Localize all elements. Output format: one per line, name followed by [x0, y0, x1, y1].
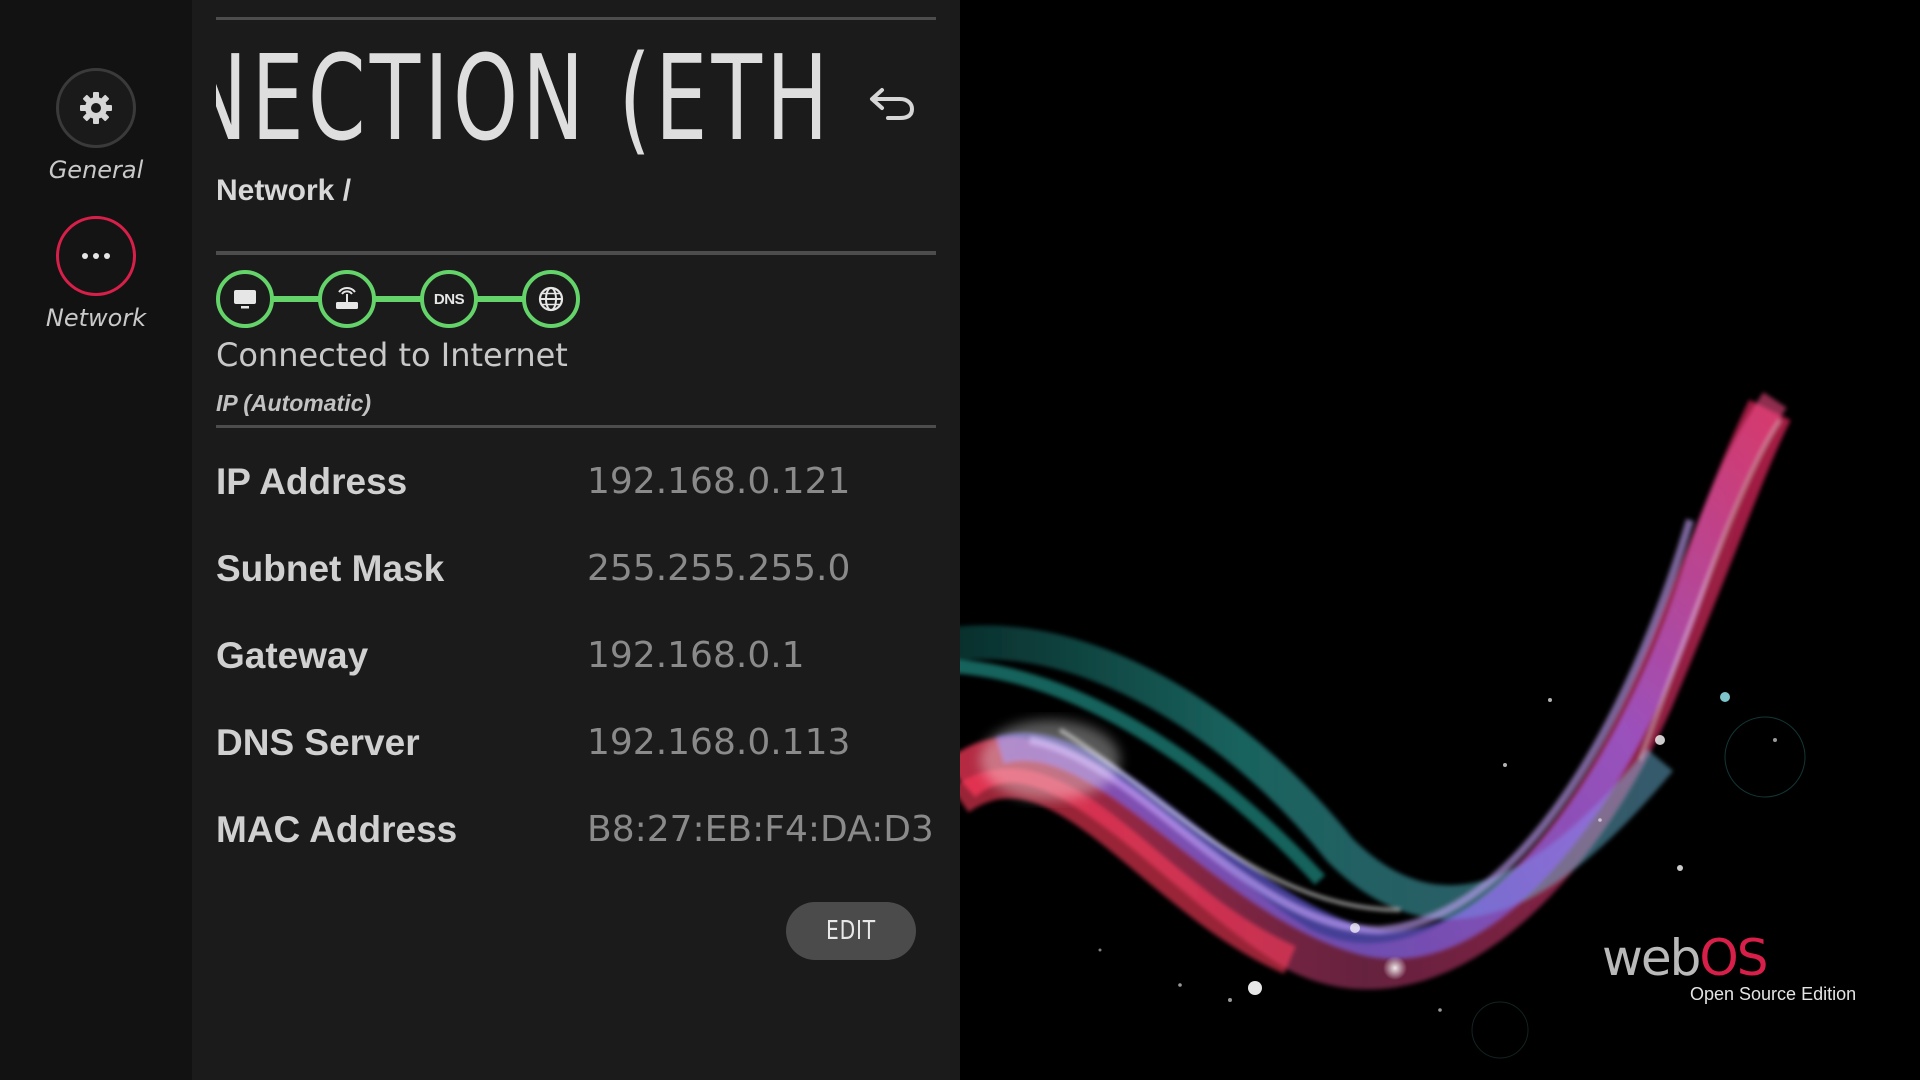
back-button[interactable]: [864, 74, 920, 130]
more-dots-icon: [56, 216, 136, 296]
sidebar-item-label: Network: [45, 304, 147, 332]
router-icon: [336, 287, 358, 309]
info-value: 192.168.0.113: [587, 722, 851, 763]
chain-link: [270, 296, 322, 302]
chain-link: [372, 296, 424, 302]
page-title: NNECTION (ETH: [216, 29, 832, 167]
info-label: Gateway: [216, 635, 369, 676]
dns-status-node: DNS: [420, 270, 478, 328]
ip-mode-label: IP (Automatic): [216, 390, 372, 416]
edit-button[interactable]: EDIT: [786, 902, 916, 960]
sidebar-item-network[interactable]: Network: [0, 216, 192, 332]
info-row-gateway: Gateway 192.168.0.1: [216, 626, 946, 686]
info-label: MAC Address: [216, 809, 458, 850]
tv-status-node: [216, 270, 274, 328]
info-label: DNS Server: [216, 722, 420, 763]
info-row-subnet-mask: Subnet Mask 255.255.255.0: [216, 539, 946, 599]
title-marquee: NNECTION (ETH: [216, 28, 832, 168]
sidebar-item-general[interactable]: General: [0, 68, 192, 184]
info-divider: [216, 425, 936, 428]
connection-status-chain: DNS: [216, 270, 580, 330]
sidebar-item-label: General: [48, 156, 144, 184]
category-rail: General Network: [0, 0, 192, 1080]
info-value: 192.168.0.121: [587, 461, 851, 502]
webos-wordmark: webOS: [1602, 929, 1769, 987]
back-arrow-icon: [870, 88, 915, 120]
settings-panel: NNECTION (ETH Network /: [192, 0, 960, 1080]
section-divider: [216, 251, 936, 255]
edition-label: Open Source Edition: [1690, 984, 1857, 1004]
info-row-dns-server: DNS Server 192.168.0.113: [216, 713, 946, 773]
internet-status-node: [522, 270, 580, 328]
info-label: Subnet Mask: [216, 548, 445, 589]
info-value: 192.168.0.1: [587, 635, 805, 676]
info-value: 255.255.255.0: [587, 548, 851, 589]
globe-icon: [538, 286, 564, 312]
tv-icon: [234, 290, 256, 309]
gear-icon: [56, 68, 136, 148]
dns-icon: DNS: [433, 290, 465, 308]
info-value: B8:27:EB:F4:DA:D3: [587, 809, 934, 850]
screen: General Network NNECTION (ETH Net: [0, 0, 1920, 1080]
logo-os-text: OS: [1699, 929, 1768, 987]
top-divider: [216, 17, 936, 20]
connection-status-text: Connected to Internet: [216, 336, 568, 374]
webos-logo: webOS Open Source Edition: [1602, 930, 1862, 1010]
breadcrumb: Network /: [216, 174, 352, 207]
info-row-ip-address: IP Address 192.168.0.121: [216, 452, 946, 512]
chain-link: [474, 296, 526, 302]
info-label: IP Address: [216, 461, 408, 502]
router-status-node: [318, 270, 376, 328]
logo-web-text: web: [1602, 929, 1701, 987]
info-row-mac-address: MAC Address B8:27:EB:F4:DA:D3: [216, 800, 946, 860]
edit-button-label: EDIT: [826, 916, 876, 946]
